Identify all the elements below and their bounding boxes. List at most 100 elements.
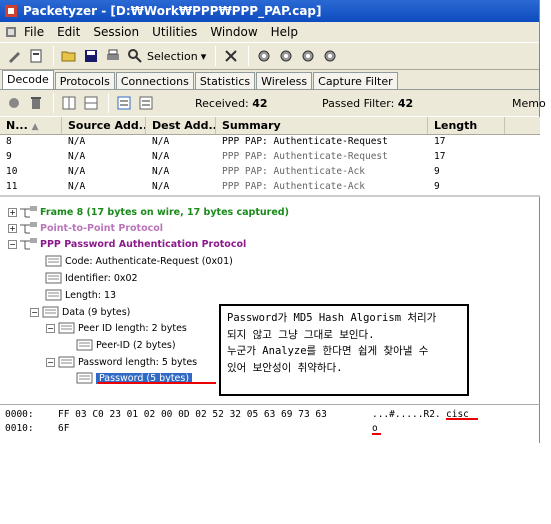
menu-window[interactable]: Window	[210, 25, 257, 39]
list-icon	[117, 96, 131, 110]
tab-wireless[interactable]: Wireless	[256, 72, 313, 89]
table-row[interactable]: 8 N/A N/A PPP PAP: Authenticate-Request …	[0, 135, 540, 150]
cell-summary: PPP PAP: Authenticate-Request	[222, 136, 388, 147]
tree-node-identifier[interactable]: Identifier: 0x02	[45, 271, 138, 285]
collapse-icon[interactable]: −	[8, 239, 17, 249]
gear-icon	[9, 98, 19, 108]
view-button-1[interactable]	[114, 93, 134, 113]
table-row[interactable]: 11 N/A N/A PPP PAP: Authenticate-Ack 9	[0, 180, 540, 195]
app-menu-icon[interactable]	[4, 25, 18, 39]
gear-button[interactable]	[4, 93, 24, 113]
decode-subtoolbar: Received: 42 Passed Filter: 42 Memo	[0, 90, 546, 116]
page-icon	[30, 49, 42, 63]
capture-settings-button[interactable]	[26, 46, 46, 66]
hex-bytes[interactable]: 6F	[58, 423, 69, 434]
cell-no: 10	[6, 166, 18, 177]
list-icon	[139, 96, 153, 110]
print-button[interactable]	[103, 46, 123, 66]
menu-edit[interactable]: Edit	[57, 25, 80, 39]
tree-node-password-length[interactable]: − Password length: 5 bytes	[46, 355, 197, 369]
tree-label-password-length: Password length: 5 bytes	[78, 356, 198, 368]
hex-bytes[interactable]: FF 03 C0 23 01 02 00 0D 02 52 32 05 63 6…	[58, 409, 327, 420]
col-source[interactable]: Source Add...	[62, 117, 146, 134]
gear-icon	[280, 50, 292, 62]
tree-node-peer-id[interactable]: Peer-ID (2 bytes)	[76, 338, 176, 352]
field-icon	[58, 322, 75, 334]
packet-list-header: N... ▲ Source Add... Dest Add... Summary…	[0, 117, 540, 135]
col-number-label: N...	[6, 119, 28, 132]
scissors-icon	[225, 50, 237, 62]
field-icon	[76, 339, 93, 351]
protocol-node-icon	[20, 222, 37, 234]
packetyzer-icon	[5, 5, 17, 17]
printer-icon	[107, 49, 119, 60]
tree-node-data[interactable]: − Data (9 bytes)	[30, 305, 130, 319]
view-button-2[interactable]	[136, 93, 156, 113]
menu-session[interactable]: Session	[93, 25, 139, 39]
collapse-icon[interactable]: −	[30, 307, 39, 317]
search-icon	[128, 49, 142, 63]
field-icon	[45, 289, 62, 301]
cell-src: N/A	[68, 151, 86, 162]
tab-decode[interactable]: Decode	[2, 70, 54, 89]
annotation-line-3: 누군가 Analyze를 한다면 쉽게 찾아낼 수	[227, 345, 429, 357]
menu-utilities[interactable]: Utilities	[152, 25, 197, 39]
grid-icon	[62, 96, 76, 110]
gear-icon	[324, 50, 336, 62]
cell-dst: N/A	[152, 166, 170, 177]
tree-node-pap[interactable]: − PPP Password Authentication Protocol	[8, 237, 246, 251]
open-button[interactable]	[59, 46, 79, 66]
col-number[interactable]: N... ▲	[0, 117, 62, 134]
tab-capture-filter[interactable]: Capture Filter	[313, 72, 398, 89]
tab-connections[interactable]: Connections	[115, 72, 194, 89]
hex-offset: 0000:	[5, 409, 34, 420]
table-row[interactable]: 10 N/A N/A PPP PAP: Authenticate-Ack 9	[0, 165, 540, 180]
tab-protocols[interactable]: Protocols	[54, 72, 115, 89]
tools-button[interactable]	[221, 46, 241, 66]
tree-node-peer-id-length[interactable]: − Peer ID length: 2 bytes	[46, 321, 187, 335]
table-row[interactable]: 9 N/A N/A PPP PAP: Authenticate-Request …	[0, 150, 540, 165]
col-summary[interactable]: Summary	[216, 117, 428, 134]
tree-node-ppp[interactable]: + Point-to-Point Protocol	[8, 221, 163, 235]
hex-ascii[interactable]: ...#.....R2.	[372, 409, 441, 420]
main-toolbar: Selection ▾	[0, 42, 539, 70]
layout-button-1[interactable]	[59, 93, 79, 113]
protocol-button-2[interactable]	[276, 46, 296, 66]
selection-label: Selection	[147, 49, 198, 63]
protocol-button-4[interactable]	[320, 46, 340, 66]
field-icon	[45, 255, 62, 267]
received-value: 42	[252, 96, 268, 110]
tree-node-length[interactable]: Length: 13	[45, 288, 116, 302]
capture-button[interactable]	[4, 46, 24, 66]
expand-icon[interactable]: +	[8, 223, 17, 233]
annotation-line-1: Password가 MD5 Hash Algorism 처리가	[227, 312, 437, 324]
find-button[interactable]	[125, 46, 145, 66]
cell-summary: PPP PAP: Authenticate-Ack	[222, 166, 365, 177]
gear-icon	[258, 50, 270, 62]
col-length[interactable]: Length	[428, 117, 505, 134]
menu-file[interactable]: File	[24, 25, 44, 39]
gear-icon	[302, 50, 314, 62]
save-button[interactable]	[81, 46, 101, 66]
tab-bar: Decode Protocols Connections Statistics …	[0, 70, 539, 90]
annotation-line-4: 있어 보안성이 취약하다.	[227, 361, 343, 374]
sort-asc-icon: ▲	[31, 122, 39, 132]
cell-summary: PPP PAP: Authenticate-Ack	[222, 181, 365, 192]
tree-node-code[interactable]: Code: Authenticate-Request (0x01)	[45, 254, 233, 268]
collapse-icon[interactable]: −	[46, 357, 55, 367]
selection-dropdown[interactable]: Selection ▾	[147, 50, 206, 63]
protocol-button-1[interactable]	[254, 46, 274, 66]
menu-help[interactable]: Help	[271, 25, 298, 39]
cell-len: 9	[434, 166, 440, 177]
tree-label-frame: Frame 8 (17 bytes on wire, 17 bytes capt…	[40, 206, 289, 218]
col-dest[interactable]: Dest Add...	[146, 117, 216, 134]
tree-node-frame[interactable]: + Frame 8 (17 bytes on wire, 17 bytes ca…	[8, 205, 289, 219]
delete-button[interactable]	[26, 93, 46, 113]
tab-statistics[interactable]: Statistics	[194, 72, 256, 89]
layout-button-2[interactable]	[81, 93, 101, 113]
tree-label-length: Length: 13	[65, 289, 117, 301]
collapse-icon[interactable]: −	[46, 323, 55, 333]
expand-icon[interactable]: +	[8, 207, 17, 217]
protocol-button-3[interactable]	[298, 46, 318, 66]
chevron-down-icon: ▾	[200, 49, 207, 63]
